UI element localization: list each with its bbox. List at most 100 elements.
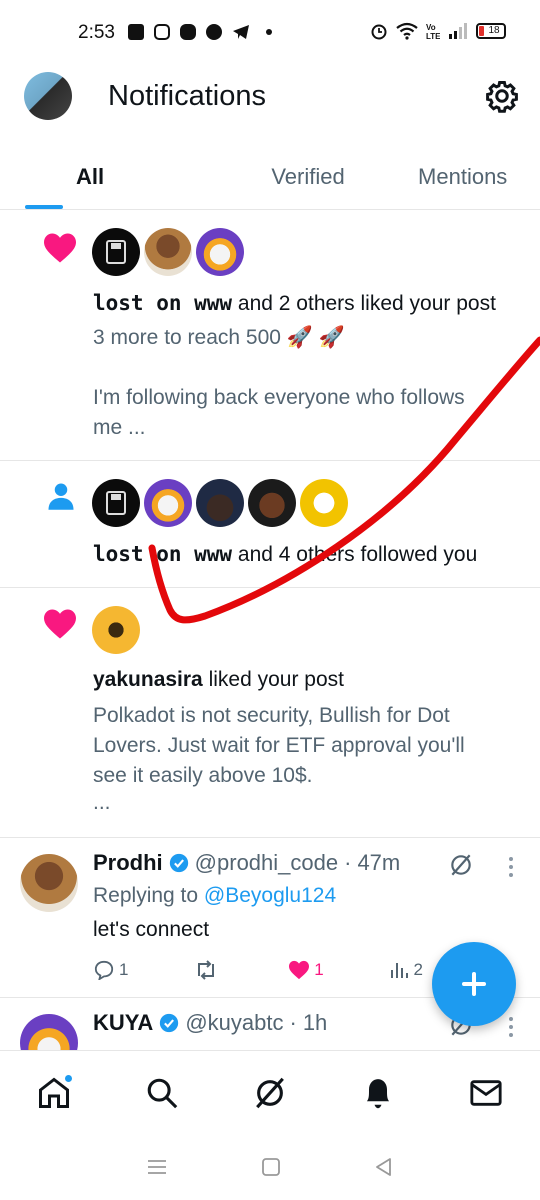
tweet-actions: 1 1 2 bbox=[93, 960, 423, 980]
author-handle[interactable]: @kuyabtc bbox=[185, 1010, 283, 1036]
views-button[interactable]: 2 bbox=[390, 960, 423, 980]
reply-button[interactable]: 1 bbox=[93, 960, 128, 980]
post-preview-line: me ... bbox=[93, 416, 146, 439]
battery-icon: 18 bbox=[476, 23, 506, 39]
tweet-header: KUYA @kuyabtc · 1h bbox=[93, 1010, 327, 1036]
avatar[interactable] bbox=[20, 854, 78, 912]
compose-button[interactable] bbox=[432, 942, 516, 1026]
repost-button[interactable] bbox=[194, 960, 222, 980]
status-time: 2:53 bbox=[78, 22, 115, 43]
more-options-icon[interactable] bbox=[508, 856, 514, 878]
avatar[interactable] bbox=[300, 479, 348, 527]
views-count: 2 bbox=[413, 960, 423, 979]
notification-summary: yakunasira liked your post bbox=[93, 665, 344, 695]
author-name[interactable]: KUYA bbox=[93, 1010, 153, 1036]
post-preview-line: Lovers. Just wait for ETF approval you'l… bbox=[93, 734, 465, 757]
tweet-time: 47m bbox=[357, 850, 401, 875]
post-preview-line: Polkadot is not security, Bullish for Do… bbox=[93, 704, 450, 727]
messenger-icon bbox=[206, 24, 222, 40]
post-preview-line: see it easily above 10$. bbox=[93, 764, 313, 787]
actor-avatars bbox=[92, 228, 244, 276]
notification-feed[interactable]: lost on www and 2 others liked your post… bbox=[0, 210, 540, 1050]
person-icon bbox=[48, 483, 74, 510]
verified-badge-icon bbox=[169, 853, 188, 873]
avatar[interactable] bbox=[92, 228, 140, 276]
grok-icon[interactable] bbox=[448, 852, 474, 878]
recent-apps-icon[interactable] bbox=[146, 1158, 168, 1176]
heart-icon bbox=[44, 233, 76, 263]
notification-action: liked your post bbox=[208, 668, 344, 691]
notification-action: and 2 others liked your post bbox=[237, 292, 496, 315]
actor-avatars bbox=[92, 479, 348, 527]
post-preview-line: ... bbox=[93, 791, 111, 814]
grok-icon bbox=[256, 1077, 284, 1108]
actor-name[interactable]: lost on www bbox=[93, 542, 232, 566]
tweet-header: Prodhi @prodhi_code · 47m bbox=[93, 850, 400, 876]
notification-like[interactable]: lost on www and 2 others liked your post… bbox=[0, 210, 540, 461]
more-options-icon[interactable] bbox=[508, 1016, 514, 1038]
avatar[interactable] bbox=[248, 479, 296, 527]
svg-text:LTE: LTE bbox=[426, 32, 440, 40]
unread-dot bbox=[64, 1073, 73, 1083]
volte-icon: VoLTE bbox=[426, 23, 440, 40]
heart-icon bbox=[289, 960, 310, 980]
wifi-icon bbox=[396, 22, 418, 40]
avatar[interactable] bbox=[196, 479, 244, 527]
nav-notifications[interactable] bbox=[353, 1068, 403, 1118]
svg-text:Vo: Vo bbox=[426, 23, 436, 32]
replying-to-link[interactable]: @Beyoglu124 bbox=[204, 884, 336, 907]
status-bar: 2:53 Vo LTE 18 bbox=[0, 0, 540, 66]
telegram-icon bbox=[233, 25, 249, 39]
avatar[interactable] bbox=[144, 228, 192, 276]
avatar[interactable] bbox=[92, 479, 140, 527]
gear-icon[interactable] bbox=[484, 78, 520, 114]
notification-follow[interactable]: lost on www and 4 others followed you bbox=[0, 461, 540, 588]
actor-name[interactable]: yakunasira bbox=[93, 668, 203, 691]
author-handle[interactable]: @prodhi_code bbox=[195, 850, 338, 876]
system-navigation bbox=[0, 1134, 540, 1200]
nav-search[interactable] bbox=[137, 1068, 187, 1118]
reply-count: 1 bbox=[119, 960, 129, 979]
heart-icon bbox=[44, 609, 76, 639]
post-preview-line: 3 more to reach 500 🚀 🚀 bbox=[93, 326, 345, 349]
alarm-icon bbox=[371, 24, 387, 40]
notification-like[interactable]: yakunasira liked your post Polkadot is n… bbox=[0, 588, 540, 838]
views-icon bbox=[390, 963, 408, 978]
facebook-icon bbox=[128, 24, 144, 40]
avatar[interactable] bbox=[20, 1014, 78, 1050]
mail-icon bbox=[470, 1079, 502, 1106]
avatar[interactable] bbox=[196, 228, 244, 276]
avatar[interactable] bbox=[92, 606, 140, 654]
separator-dot: · bbox=[344, 850, 352, 875]
bottom-navigation bbox=[0, 1050, 540, 1134]
discord-icon bbox=[180, 24, 196, 40]
battery-level: 18 bbox=[488, 25, 500, 36]
tab-all[interactable]: All bbox=[0, 150, 231, 209]
notification-summary: lost on www and 4 others followed you bbox=[93, 539, 477, 570]
tab-mentions[interactable]: Mentions bbox=[385, 150, 540, 209]
post-preview-line: I'm following back everyone who follows bbox=[93, 386, 465, 409]
home-system-icon[interactable] bbox=[261, 1157, 281, 1177]
bell-icon bbox=[366, 1078, 390, 1108]
profile-avatar[interactable] bbox=[24, 72, 72, 120]
nav-messages[interactable] bbox=[461, 1068, 511, 1118]
nav-home[interactable] bbox=[29, 1068, 79, 1118]
tab-verified[interactable]: Verified bbox=[231, 150, 386, 209]
like-count: 1 bbox=[314, 960, 324, 979]
search-icon bbox=[147, 1078, 178, 1108]
status-app-icons bbox=[128, 24, 272, 40]
separator-dot: · bbox=[289, 1010, 297, 1035]
instagram-icon bbox=[154, 24, 170, 40]
tweet-time: 1h bbox=[302, 1010, 328, 1035]
nav-grok[interactable] bbox=[245, 1068, 295, 1118]
page-title: Notifications bbox=[108, 80, 266, 112]
author-name[interactable]: Prodhi bbox=[93, 850, 163, 876]
avatar[interactable] bbox=[144, 479, 192, 527]
back-icon[interactable] bbox=[374, 1157, 394, 1177]
actor-name[interactable]: lost on www bbox=[93, 291, 232, 315]
header: Notifications bbox=[0, 66, 540, 136]
status-system-icons: Vo LTE 18 bbox=[370, 22, 506, 40]
notification-summary: lost on www and 2 others liked your post bbox=[93, 288, 496, 319]
actor-avatars bbox=[92, 606, 140, 654]
like-button[interactable]: 1 bbox=[288, 960, 324, 980]
